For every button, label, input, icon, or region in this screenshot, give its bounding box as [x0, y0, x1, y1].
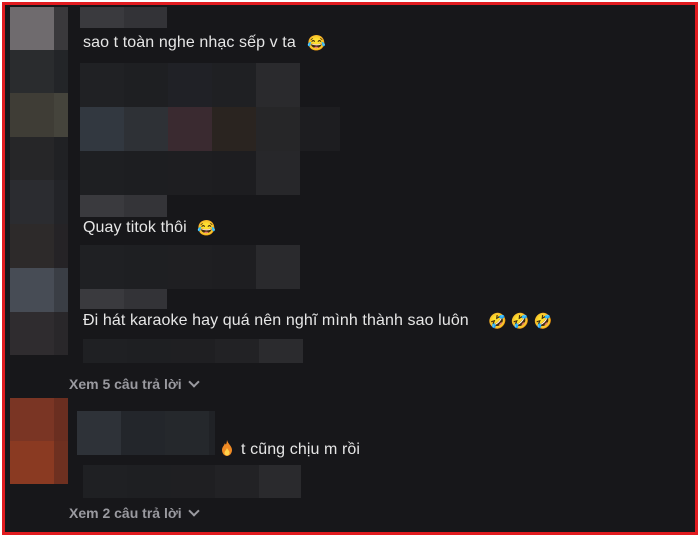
comment-text: Đi hát karaoke hay quá nên nghĩ mình thà… — [83, 312, 469, 329]
fire-icon — [222, 440, 232, 456]
laughing-emoji-icon: 😂 — [307, 35, 326, 52]
view-replies-button[interactable]: Xem 2 câu trả lời — [69, 505, 200, 521]
comment-panel: sao t toàn nghe nhạc sếp v ta 😂 Quay tit… — [2, 2, 698, 535]
comment-text: t cũng chịu m rồi — [241, 441, 361, 458]
view-replies-label: Xem 2 câu trả lời — [69, 505, 182, 521]
chevron-down-icon — [188, 505, 200, 517]
laughing-emoji-icon: 😂 — [197, 220, 216, 237]
comment-text: sao t toàn nghe nhạc sếp v ta — [83, 34, 296, 51]
rofl-emoji-icon: 🤣 🤣 🤣 — [488, 313, 553, 330]
view-replies-button[interactable]: Xem 5 câu trả lời — [69, 376, 200, 392]
view-replies-label: Xem 5 câu trả lời — [69, 376, 182, 392]
comment-text: Quay titok thôi — [83, 219, 187, 236]
chevron-down-icon — [188, 376, 200, 388]
